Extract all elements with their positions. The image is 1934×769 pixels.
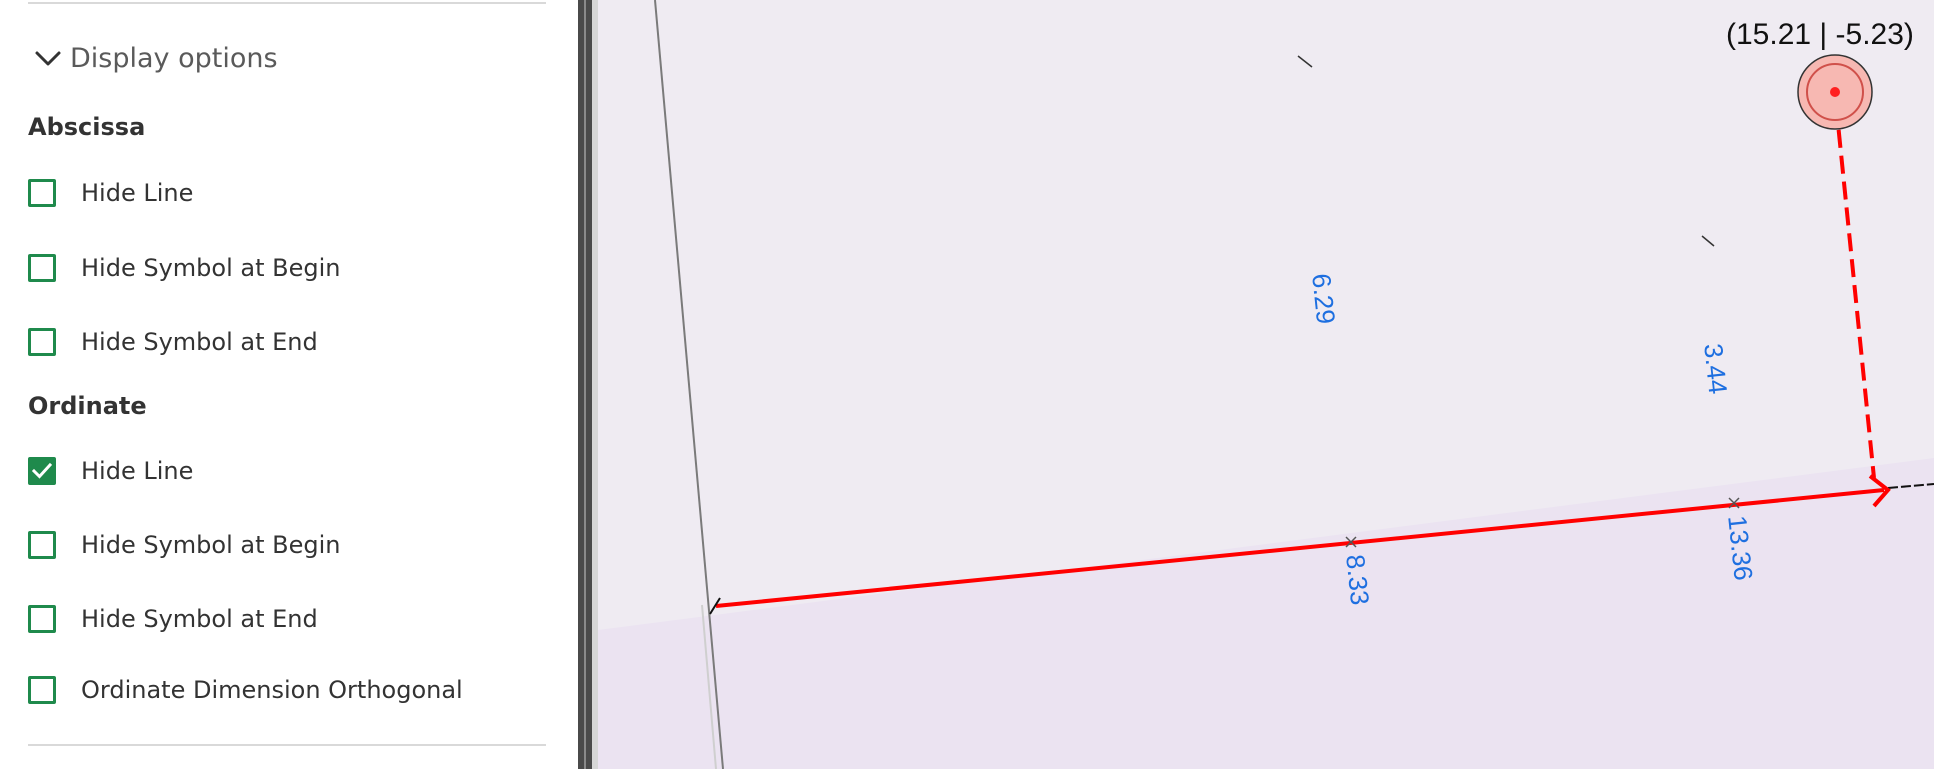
display-options-toggle[interactable]: Display options	[32, 38, 278, 78]
option-label: Hide Symbol at Begin	[81, 531, 341, 559]
option-label: Hide Line	[81, 179, 194, 207]
cursor-coordinate-readout: (15.21 | -5.23)	[1726, 18, 1914, 51]
abscissa-hide-line-checkbox[interactable]	[28, 179, 56, 207]
tick-mark	[1701, 235, 1715, 247]
splitter-grip	[584, 0, 586, 769]
option-label: Hide Symbol at End	[81, 605, 318, 633]
tick-mark	[1297, 55, 1313, 68]
point-marker-dot	[1830, 87, 1840, 97]
panel-divider-top	[28, 2, 546, 4]
ordinate-dimension-orthogonal-option[interactable]: Ordinate Dimension Orthogonal	[28, 670, 463, 710]
ordinate-heading: Ordinate	[28, 392, 147, 420]
dimension-label: 6.29	[1306, 272, 1342, 326]
display-options-title: Display options	[70, 42, 278, 74]
abscissa-hide-symbol-begin-option[interactable]: Hide Symbol at Begin	[28, 248, 340, 288]
drawing-svg	[598, 0, 1934, 769]
drawing-canvas[interactable]: (15.21 | -5.23) 6.29 3.44 8.33 13.36	[598, 0, 1934, 769]
app-root: Display options Abscissa Hide Line Hide …	[0, 0, 1934, 769]
option-label: Hide Symbol at Begin	[81, 254, 341, 282]
option-label: Hide Line	[81, 457, 194, 485]
ordinate-line	[1834, 103, 1876, 479]
abscissa-hide-symbol-end-checkbox[interactable]	[28, 328, 56, 356]
dimension-label: 8.33	[1340, 553, 1376, 607]
chevron-down-icon	[35, 51, 61, 66]
abscissa-hide-symbol-begin-checkbox[interactable]	[28, 254, 56, 282]
ordinate-dimension-orthogonal-checkbox[interactable]	[28, 676, 56, 704]
option-label: Ordinate Dimension Orthogonal	[81, 676, 463, 704]
checkmark-icon	[32, 462, 52, 479]
panel-divider-bottom	[28, 744, 546, 746]
dimension-label: 13.36	[1722, 514, 1759, 582]
ordinate-hide-symbol-begin-checkbox[interactable]	[28, 531, 56, 559]
ordinate-hide-symbol-begin-option[interactable]: Hide Symbol at Begin	[28, 525, 340, 565]
option-label: Hide Symbol at End	[81, 328, 318, 356]
panel-splitter[interactable]	[578, 0, 598, 769]
dimension-label: 3.44	[1698, 342, 1734, 396]
ordinate-hide-line-option[interactable]: Hide Line	[28, 451, 193, 491]
ordinate-hide-symbol-end-checkbox[interactable]	[28, 605, 56, 633]
abscissa-heading: Abscissa	[28, 113, 146, 141]
ordinate-hide-line-checkbox[interactable]	[28, 457, 56, 485]
abscissa-hide-line-option[interactable]: Hide Line	[28, 173, 193, 213]
ordinate-hide-symbol-end-option[interactable]: Hide Symbol at End	[28, 599, 318, 639]
abscissa-hide-symbol-end-option[interactable]: Hide Symbol at End	[28, 322, 318, 362]
properties-panel: Display options Abscissa Hide Line Hide …	[0, 0, 578, 769]
